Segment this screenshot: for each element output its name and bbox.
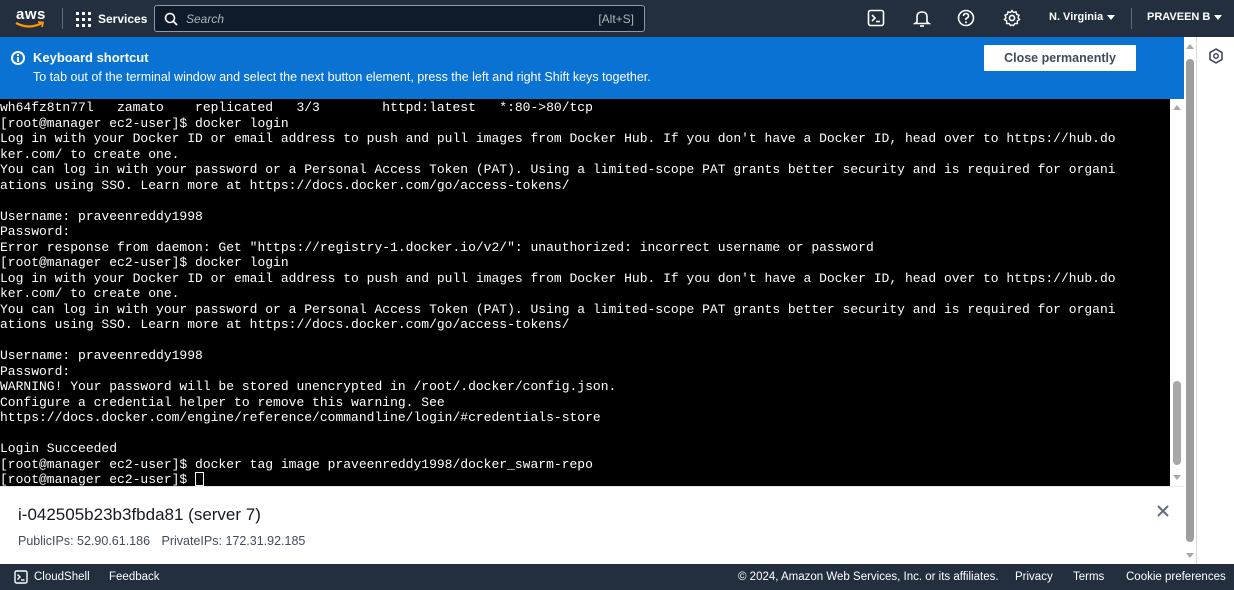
terminal-line: wh64fz8tn77l zamato replicated 3/3 httpd… — [0, 100, 593, 115]
terminal-window[interactable]: wh64fz8tn77l zamato replicated 3/3 httpd… — [0, 99, 1170, 486]
terminal-line: ations using SSO. Learn more at https://… — [0, 317, 570, 332]
terminal-line: [root@manager ec2-user]$ docker tag imag… — [0, 456, 593, 472]
terminal-line: Configure a credential helper to remove … — [0, 394, 445, 410]
page-scroll-thumb[interactable] — [1186, 59, 1194, 542]
terminal-line: https://docs.docker.com/engine/reference… — [0, 410, 601, 425]
chevron-down-icon — [1214, 14, 1223, 20]
terminal-scrollbar[interactable] — [1170, 99, 1184, 486]
footer: CloudShell Feedback © 2024, Amazon Web S… — [0, 564, 1234, 590]
instance-ips: PublicIPs: 52.90.61.186 PrivateIPs: 172.… — [18, 534, 305, 548]
footer-feedback-link[interactable]: Feedback — [109, 571, 160, 583]
private-ips: PrivateIPs: 172.31.92.185 — [161, 534, 306, 548]
bell-icon[interactable] — [913, 9, 931, 27]
scroll-up-arrow-icon[interactable] — [1186, 44, 1194, 49]
region-label: N. Virginia — [1049, 11, 1104, 23]
terminal-line: ations using SSO. Learn more at https://… — [0, 177, 570, 193]
terminal-line: Error response from daemon: Get "https:/… — [0, 239, 874, 255]
terminal-line: Login Succeeded — [0, 441, 118, 456]
terminal-line: ker.com/ to create one. — [0, 146, 180, 162]
settings-icon[interactable] — [1003, 9, 1021, 27]
terminal-prompt: [root@manager ec2-user]$ — [0, 472, 196, 486]
nav-divider — [1131, 8, 1132, 29]
top-navigation: aws Services [Alt+S] N. Virginia — [0, 0, 1234, 37]
cloudshell-icon[interactable] — [867, 9, 885, 27]
terminal-line: [root@manager ec2-user]$ docker login — [0, 255, 289, 270]
nav-divider — [62, 8, 63, 29]
chevron-down-icon — [1107, 14, 1116, 20]
banner-message: To tab out of the terminal window and se… — [33, 70, 651, 84]
footer-cloudshell-link[interactable]: CloudShell — [34, 571, 90, 583]
right-side-panel — [1196, 37, 1234, 564]
terminal-line: Log in with your Docker ID or email addr… — [0, 131, 1116, 146]
search-input[interactable] — [186, 10, 566, 28]
help-icon[interactable] — [957, 9, 975, 27]
terminal-line: [root@manager ec2-user]$ docker login — [0, 115, 289, 131]
terminal-line: Username: praveenreddy1998 — [0, 208, 203, 224]
instance-info-panel: i-042505b23b3fbda81 (server 7) PublicIPs… — [0, 486, 1184, 564]
terminal-line: Password: — [0, 224, 71, 239]
page-scrollbar[interactable] — [1184, 37, 1196, 564]
instance-title: i-042505b23b3fbda81 (server 7) — [18, 505, 261, 524]
terminal-scroll-thumb[interactable] — [1173, 381, 1181, 465]
footer-cookie-preferences-link[interactable]: Cookie preferences — [1126, 571, 1226, 583]
close-permanently-button[interactable]: Close permanently — [983, 44, 1137, 72]
services-grid-icon — [76, 11, 91, 27]
terminal-line: You can log in with your password or a P… — [0, 301, 1116, 317]
services-menu-button[interactable]: Services — [76, 9, 147, 29]
search-box[interactable]: [Alt+S] — [154, 5, 645, 32]
scroll-up-arrow-icon[interactable] — [1173, 105, 1181, 110]
region-selector[interactable]: N. Virginia — [1049, 11, 1116, 23]
terminal-line: You can log in with your password or a P… — [0, 162, 1116, 177]
scroll-down-arrow-icon[interactable] — [1173, 475, 1181, 480]
search-icon — [164, 12, 178, 26]
aws-smile-icon — [15, 21, 45, 28]
footer-copyright: © 2024, Amazon Web Services, Inc. or its… — [738, 571, 999, 583]
hexagon-panel-icon[interactable] — [1209, 48, 1223, 64]
services-label: Services — [98, 12, 148, 26]
banner-title: Keyboard shortcut — [33, 50, 149, 65]
terminal-line: Password: — [0, 363, 71, 379]
terminal-cursor — [195, 472, 205, 486]
account-menu[interactable]: PRAVEEN B — [1147, 11, 1223, 23]
keyboard-shortcut-banner: Keyboard shortcut To tab out of the term… — [0, 37, 1184, 99]
terminal-prompt-line[interactable]: [root@manager ec2-user]$ — [0, 472, 1170, 486]
search-shortcut-hint: [Alt+S] — [598, 12, 634, 26]
footer-privacy-link[interactable]: Privacy — [1015, 571, 1053, 583]
footer-terms-link[interactable]: Terms — [1073, 571, 1104, 583]
aws-logo[interactable]: aws — [14, 6, 48, 32]
account-name: PRAVEEN B — [1147, 11, 1211, 23]
close-icon[interactable] — [1155, 503, 1171, 519]
terminal-line: WARNING! Your password will be stored un… — [0, 379, 617, 394]
public-ips: PublicIPs: 52.90.61.186 — [18, 534, 151, 548]
cloudshell-icon — [14, 570, 28, 584]
scroll-down-arrow-icon[interactable] — [1186, 553, 1194, 558]
terminal-line: Log in with your Docker ID or email addr… — [0, 270, 1116, 286]
terminal-line: ker.com/ to create one. — [0, 286, 180, 301]
info-icon — [11, 51, 25, 65]
terminal-line: Username: praveenreddy1998 — [0, 348, 203, 363]
